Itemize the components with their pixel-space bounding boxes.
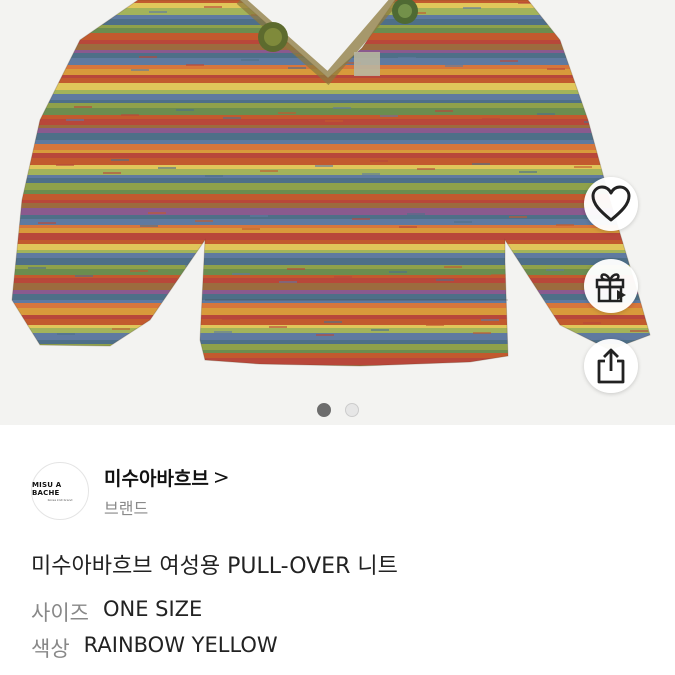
gift-icon xyxy=(595,273,626,303)
heart-icon xyxy=(591,185,631,222)
brand-link[interactable]: MISU A BACHE Korea knit brand 미수아바흐브 > 브… xyxy=(31,462,230,520)
size-value: ONE SIZE xyxy=(102,597,203,621)
product-image[interactable] xyxy=(0,0,675,425)
size-label: 사이즈 xyxy=(31,601,89,625)
brand-logo-text: MISU A BACHE xyxy=(32,480,62,497)
share-button[interactable] xyxy=(584,339,638,393)
gallery-pagination xyxy=(0,403,675,417)
like-button[interactable] xyxy=(584,177,638,231)
brand-logo-subtext: Korea knit brand xyxy=(47,497,73,502)
brand-type-label: 브랜드 xyxy=(104,498,149,518)
color-label: 색상 xyxy=(31,637,70,661)
brand-logo: MISU A BACHE Korea knit brand xyxy=(31,462,89,520)
spec-color: 색상 RAINBOW YELLOW xyxy=(31,633,278,663)
share-icon xyxy=(597,348,625,384)
pagination-dot-1[interactable] xyxy=(316,403,331,417)
pagination-dot-2[interactable] xyxy=(344,403,359,417)
sweater-illustration xyxy=(11,0,651,367)
spec-size: 사이즈 ONE SIZE xyxy=(31,597,202,627)
chevron-right-icon: > xyxy=(212,465,230,489)
brand-name-text: 미수아바흐브 xyxy=(104,467,209,490)
color-value: RAINBOW YELLOW xyxy=(83,633,278,657)
gift-button[interactable] xyxy=(584,259,638,313)
product-title: 미수아바흐브 여성용 PULL-OVER 니트 xyxy=(31,554,398,579)
brand-name[interactable]: 미수아바흐브 > xyxy=(104,464,230,491)
